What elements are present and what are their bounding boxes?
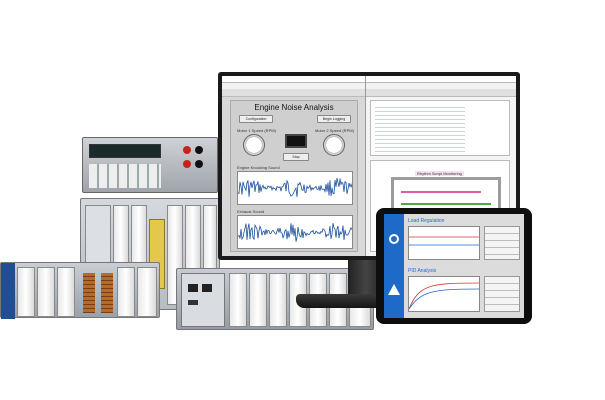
terminal-block-orange	[101, 273, 113, 313]
crio-module	[229, 273, 247, 327]
motor-2-speed-gauge	[323, 134, 345, 156]
compactdaq-chassis-left	[0, 262, 160, 319]
key-icon	[389, 234, 399, 244]
controller-module	[181, 273, 225, 327]
motor-1-speed-gauge	[243, 134, 265, 156]
gauge-label-right: Motor 2 Speed (RPM)	[315, 128, 354, 133]
graph-label-top: Engine Knocking Sound	[237, 165, 280, 170]
graph-label-bottom: Exhaust Sound	[237, 209, 265, 214]
pid-analysis-title: PID Analysis	[408, 268, 437, 274]
tree-lines	[375, 104, 465, 154]
window-titlebar	[222, 76, 365, 83]
ethernet-port	[202, 284, 212, 292]
project-tree	[370, 100, 510, 156]
labview-front-panel-window: Engine Noise Analysis Configuration Begi…	[222, 76, 366, 256]
computer-icon	[285, 134, 307, 148]
load-regulation-controls	[484, 226, 520, 260]
cdaq-module	[57, 267, 75, 317]
load-regulation-plot	[409, 236, 479, 246]
tablet: Load Regulation PID Analysis	[376, 208, 532, 324]
project-titlebar	[366, 76, 516, 83]
wire-pink	[401, 191, 481, 193]
dmm-terminal-black	[195, 146, 203, 154]
cdaq-module	[137, 267, 157, 317]
project-toolbar	[366, 89, 516, 97]
dmm-terminal-red-2	[183, 160, 191, 168]
cdaq-module	[37, 267, 55, 317]
pid-analysis-graph	[408, 276, 480, 312]
dmm-display	[89, 144, 161, 158]
stop-button[interactable]: Stop	[283, 153, 309, 161]
dmm-terminal-red	[183, 146, 191, 154]
usb-port	[188, 300, 198, 305]
wire-green	[401, 203, 491, 205]
ethernet-port	[188, 284, 198, 292]
dmm-terminal-black-2	[195, 160, 203, 168]
engine-knocking-waveform	[237, 177, 353, 197]
tablet-sidebar	[384, 214, 404, 318]
warning-icon	[388, 284, 400, 295]
gauge-label-left: Motor 1 Speed (RPM)	[237, 128, 276, 133]
cdaq-module	[17, 267, 35, 317]
exhaust-sound-graph	[237, 215, 353, 249]
terminal-block-orange	[83, 273, 95, 313]
window-toolbar	[222, 89, 365, 97]
chassis-endcap	[1, 263, 15, 319]
begin-logging-button[interactable]: Begin Logging	[317, 115, 351, 123]
crio-module	[249, 273, 267, 327]
load-regulation-graph	[408, 226, 480, 260]
pid-analysis-plot	[408, 282, 480, 310]
pid-analysis-controls	[484, 276, 520, 312]
exhaust-sound-waveform	[237, 223, 353, 242]
crio-module	[269, 273, 287, 327]
front-panel: Engine Noise Analysis Configuration Begi…	[230, 100, 358, 252]
tablet-screen: Load Regulation PID Analysis	[384, 214, 524, 318]
engine-knocking-graph	[237, 171, 353, 205]
diagram-node-label: Rhythm Script Monitoring	[415, 171, 464, 176]
digital-multimeter	[82, 137, 218, 193]
cdaq-module	[117, 267, 135, 317]
configuration-button[interactable]: Configuration	[239, 115, 273, 123]
panel-title: Engine Noise Analysis	[254, 103, 334, 112]
load-regulation-title: Load Regulation	[408, 218, 445, 224]
dmm-keypad	[89, 164, 161, 188]
